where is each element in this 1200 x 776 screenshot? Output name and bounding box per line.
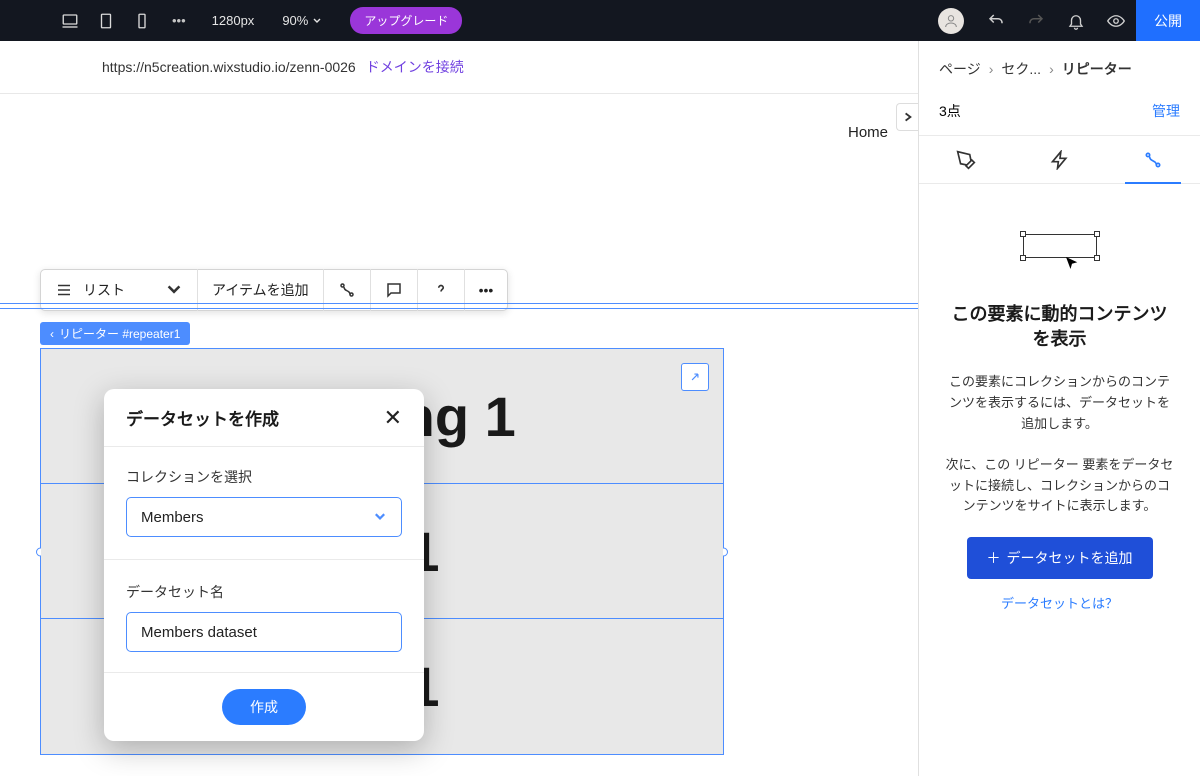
ruler-guide (0, 303, 918, 309)
zoom-level[interactable]: 90% (268, 13, 336, 28)
tab-design-icon[interactable] (919, 136, 1013, 183)
manage-link[interactable]: 管理 (1152, 101, 1180, 121)
modal-title: データセットを作成 (126, 405, 279, 430)
element-breadcrumb-tag[interactable]: ‹リピーター #repeater1 (40, 322, 190, 345)
url-bar: https://n5creation.wixstudio.io/zenn-002… (0, 41, 918, 94)
tab-interactions-icon[interactable] (1013, 136, 1107, 183)
bell-icon[interactable] (1056, 0, 1096, 41)
add-dataset-button[interactable]: ＋データセットを追加 (967, 537, 1153, 579)
collapse-panel-button[interactable] (896, 103, 918, 131)
canvas: https://n5creation.wixstudio.io/zenn-002… (0, 41, 918, 776)
redo-icon (1016, 0, 1056, 41)
more-devices-icon[interactable]: ••• (160, 13, 198, 28)
device-tablet-icon[interactable] (88, 0, 124, 41)
dataset-name-label: データセット名 (126, 582, 402, 602)
item-count: 3点 (939, 101, 961, 121)
panel-text-2: 次に、この リピーター 要素をデータセットに接続し、コレクションからのコンテンツ… (945, 455, 1174, 517)
canvas-width[interactable]: 1280px (198, 13, 269, 28)
panel-breadcrumb: ページ› セク...› リピーター (919, 41, 1200, 91)
empty-state-illustration (1015, 224, 1105, 274)
what-is-dataset-link[interactable]: データセットとは？ (945, 593, 1174, 612)
top-bar: ••• 1280px 90% アップグレード 公開 (0, 0, 1200, 41)
publish-button[interactable]: 公開 (1136, 0, 1200, 41)
crumb-repeater[interactable]: リピーター (1062, 59, 1132, 79)
collection-select[interactable]: Members (126, 497, 402, 537)
preview-icon[interactable] (1096, 0, 1136, 41)
collection-label: コレクションを選択 (126, 467, 402, 487)
nav-home[interactable]: Home (848, 124, 888, 141)
close-icon[interactable]: ✕ (384, 405, 402, 431)
undo-icon[interactable] (976, 0, 1016, 41)
upgrade-button[interactable]: アップグレード (350, 7, 462, 34)
panel-tabs (919, 136, 1200, 184)
tab-data-icon[interactable] (1106, 136, 1200, 183)
avatar[interactable] (938, 8, 964, 34)
crumb-page[interactable]: ページ (939, 59, 981, 79)
create-dataset-modal: データセットを作成 ✕ コレクションを選択 Members データセット名 作成 (104, 389, 424, 741)
device-desktop-icon[interactable] (52, 0, 88, 41)
expand-icon[interactable] (681, 363, 709, 391)
panel-heading: この要素に動的コンテンツを表示 (945, 302, 1174, 352)
crumb-section[interactable]: セク... (1001, 59, 1041, 79)
device-mobile-icon[interactable] (124, 0, 160, 41)
panel-text-1: この要素にコレクションからのコンテンツを表示するには、データセットを追加します。 (945, 372, 1174, 434)
create-button[interactable]: 作成 (222, 689, 306, 725)
site-url: https://n5creation.wixstudio.io/zenn-002… (102, 59, 356, 75)
dataset-name-input[interactable] (126, 612, 402, 652)
inspector-panel: ページ› セク...› リピーター 3点 管理 この要素に動的コンテンツを表示 … (918, 41, 1200, 776)
connect-domain-link[interactable]: ドメインを接続 (366, 57, 464, 77)
